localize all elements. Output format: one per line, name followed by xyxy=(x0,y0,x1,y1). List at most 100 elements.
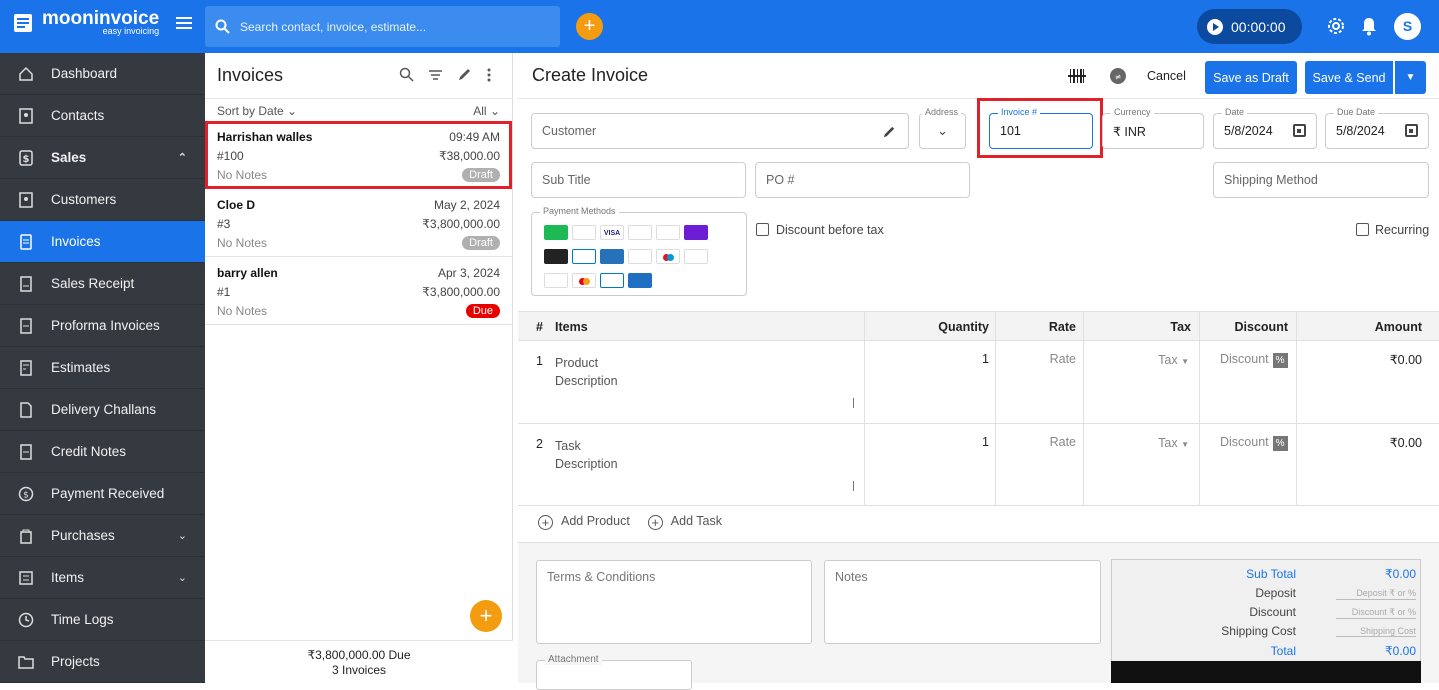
settings-icon[interactable] xyxy=(1326,16,1346,36)
sidebar-item-time-logs[interactable]: Time Logs xyxy=(0,599,205,641)
card-icon[interactable] xyxy=(572,249,596,264)
search-bar[interactable] xyxy=(205,6,560,47)
amex-icon[interactable] xyxy=(600,249,624,264)
sidebar-item-dashboard[interactable]: Dashboard xyxy=(0,53,205,95)
quick-add-button[interactable]: + xyxy=(576,13,603,40)
address-dropdown[interactable]: Address ⌄ xyxy=(919,107,966,149)
bank-transfer-icon[interactable] xyxy=(628,225,652,240)
invoice-list-item[interactable]: Cloe D May 2, 2024 #3 ₹3,800,000.00 No Not… xyxy=(205,189,512,257)
item-description-field[interactable]: Description xyxy=(555,374,855,388)
notification-bell-icon[interactable] xyxy=(1360,16,1378,36)
item-description-field[interactable]: Description xyxy=(555,457,855,471)
add-task-button[interactable]: + Add Task xyxy=(647,514,722,530)
square-icon[interactable] xyxy=(572,225,596,240)
more-vertical-icon[interactable] xyxy=(486,67,492,82)
zelle-icon[interactable] xyxy=(684,225,708,240)
percent-toggle[interactable]: % xyxy=(1272,436,1288,451)
discover-icon[interactable] xyxy=(684,249,708,264)
shipping-method-field[interactable]: Shipping Method xyxy=(1213,162,1429,198)
discount-field[interactable]: Discount% xyxy=(1220,435,1288,451)
date-value: 5/8/2024 xyxy=(1224,124,1273,138)
card-icon[interactable] xyxy=(600,273,624,288)
sidebar-item-payment-received[interactable]: $ Payment Received xyxy=(0,473,205,515)
sidebar-item-projects[interactable]: Projects xyxy=(0,641,205,683)
discount-field[interactable]: Discount% xyxy=(1220,352,1288,368)
due-date-field[interactable]: Due Date 5/8/2024 xyxy=(1325,107,1429,149)
calendar-icon[interactable] xyxy=(1405,124,1418,137)
customer-field[interactable]: Customer xyxy=(531,113,909,149)
invoice-list-item[interactable]: barry allen Apr 3, 2024 #1 ₹3,800,000.00 N… xyxy=(205,257,512,325)
sort-dropdown[interactable]: Sort by Date ⌄ xyxy=(217,104,297,118)
search-input[interactable] xyxy=(240,19,540,34)
user-avatar[interactable]: S xyxy=(1394,13,1421,40)
discount-before-tax-checkbox[interactable] xyxy=(756,223,769,236)
sidebar-item-estimates[interactable]: Estimates xyxy=(0,347,205,389)
po-number-field[interactable]: PO # xyxy=(755,162,970,198)
sidebar-item-invoices[interactable]: Invoices xyxy=(0,221,205,263)
payment-icon[interactable] xyxy=(544,273,568,288)
sidebar-item-customers[interactable]: Customers xyxy=(0,179,205,221)
quantity-field[interactable]: 1 xyxy=(982,435,989,449)
cash-app-icon[interactable] xyxy=(544,225,568,240)
tax-dropdown[interactable]: Tax ▼ xyxy=(1158,436,1189,450)
sidebar-item-delivery-challans[interactable]: Delivery Challans xyxy=(0,389,205,431)
deposit-input[interactable]: Deposit ₹ or % xyxy=(1336,588,1416,600)
chevron-down-icon: ⌄ xyxy=(177,530,187,542)
search-icon[interactable] xyxy=(399,67,414,82)
mastercard-icon[interactable] xyxy=(572,273,596,288)
brand[interactable]: mooninvoice easy invoicing xyxy=(12,9,159,36)
subtitle-field[interactable]: Sub Title xyxy=(531,162,746,198)
sidebar-item-proforma-invoices[interactable]: Proforma Invoices xyxy=(0,305,205,347)
sidebar-item-items[interactable]: Items ⌄ xyxy=(0,557,205,599)
attachment-field[interactable]: Attachment xyxy=(536,654,692,690)
cancel-button[interactable]: Cancel xyxy=(1147,69,1186,83)
add-product-button[interactable]: + Add Product xyxy=(538,514,630,530)
edit-icon[interactable] xyxy=(457,67,472,82)
invoice-date: May 2, 2024 xyxy=(433,197,500,212)
sidebar-item-purchases[interactable]: Purchases ⌄ xyxy=(0,515,205,557)
visa-icon[interactable]: VISA xyxy=(600,225,624,240)
add-invoice-button[interactable]: + xyxy=(470,600,502,632)
sidebar-item-contacts[interactable]: Contacts xyxy=(0,95,205,137)
sidebar-item-sales[interactable]: $ Sales ⌃ xyxy=(0,137,205,179)
save-options-dropdown[interactable]: ▼ xyxy=(1395,61,1426,94)
payment-methods-box[interactable]: Payment Methods VISA xyxy=(531,206,747,296)
quantity-field[interactable]: 1 xyxy=(982,352,989,366)
invoice-count: 3 Invoices xyxy=(331,663,387,677)
resize-handle-icon[interactable] xyxy=(844,481,854,491)
date-field[interactable]: Date 5/8/2024 xyxy=(1213,107,1317,149)
svg-text:≠: ≠ xyxy=(1115,73,1122,82)
tax-dropdown[interactable]: Tax ▼ xyxy=(1158,353,1189,367)
edit-icon[interactable] xyxy=(882,125,896,139)
shipping-cost-input[interactable]: Shipping Cost xyxy=(1336,626,1416,637)
barcode-icon[interactable] xyxy=(1068,68,1086,84)
calendar-icon[interactable] xyxy=(1293,124,1306,137)
menu-icon[interactable] xyxy=(176,17,192,31)
rate-field[interactable]: Rate xyxy=(1050,352,1076,366)
item-name-field[interactable]: Task xyxy=(555,439,855,453)
recurring-checkbox[interactable] xyxy=(1356,223,1369,236)
percent-toggle[interactable]: % xyxy=(1272,353,1288,368)
save-as-draft-button[interactable]: Save as Draft xyxy=(1205,61,1297,94)
rate-field[interactable]: Rate xyxy=(1050,435,1076,449)
timer-button[interactable]: 00:00:00 xyxy=(1197,9,1302,44)
bitpay-icon[interactable] xyxy=(544,249,568,264)
terms-conditions-field[interactable]: Terms & Conditions xyxy=(536,560,812,644)
item-name-field[interactable]: Product xyxy=(555,356,855,370)
setup-icon[interactable] xyxy=(628,249,652,264)
invoice-number-field[interactable]: Invoice # 101 xyxy=(989,107,1093,149)
filter-icon[interactable] xyxy=(428,67,443,82)
sidebar-item-credit-notes[interactable]: Credit Notes xyxy=(0,431,205,473)
resize-handle-icon[interactable] xyxy=(844,398,854,408)
kakaopay-icon[interactable] xyxy=(628,273,652,288)
maestro-icon[interactable] xyxy=(656,249,680,264)
discount-input[interactable]: Discount ₹ or % xyxy=(1336,607,1416,619)
currency-field[interactable]: Currency ₹ INR xyxy=(1102,107,1204,149)
currency-convert-icon[interactable]: ≠ xyxy=(1110,68,1126,84)
sidebar-item-sales-receipt[interactable]: Sales Receipt xyxy=(0,263,205,305)
cashfree-icon[interactable] xyxy=(656,225,680,240)
invoice-list-item[interactable]: Harrishan walles 09:49 AM #100 ₹38,000.00 … xyxy=(205,121,512,189)
notes-field[interactable]: Notes xyxy=(824,560,1101,644)
save-and-send-button[interactable]: Save & Send xyxy=(1305,61,1393,94)
filter-dropdown[interactable]: All ⌄ xyxy=(473,104,500,118)
